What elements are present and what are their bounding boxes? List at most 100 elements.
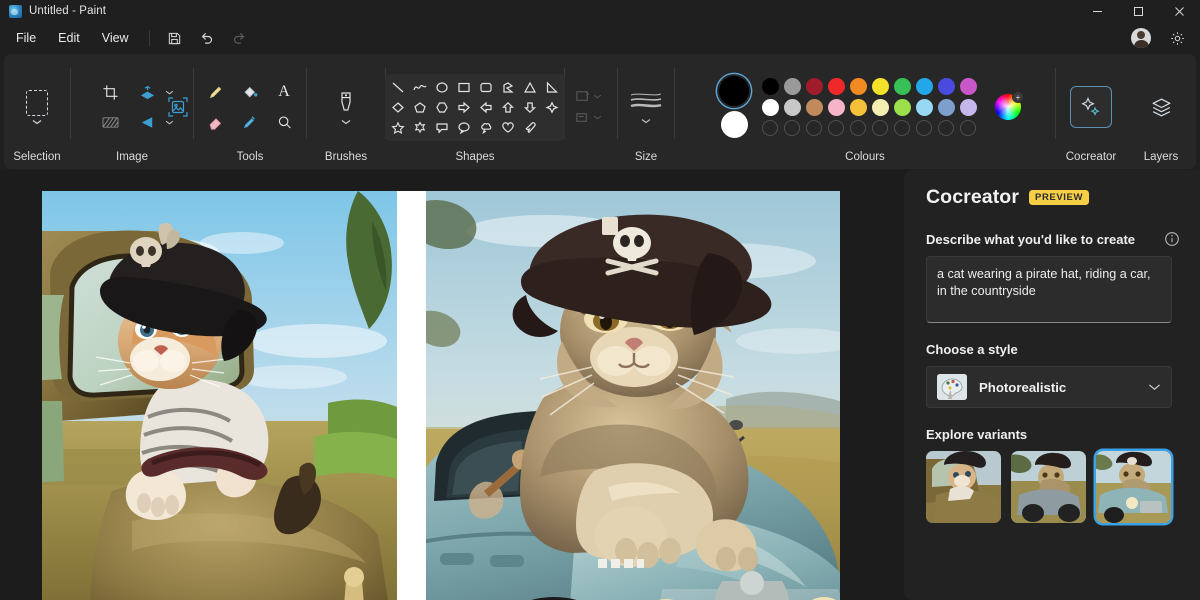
layers-icon[interactable] xyxy=(1140,86,1182,128)
colour-swatch-empty-2[interactable] xyxy=(806,120,822,136)
edit-colours-button[interactable]: + xyxy=(995,94,1021,120)
colour-swatch-empty-0[interactable] xyxy=(762,120,778,136)
eyedropper-icon[interactable] xyxy=(235,108,265,136)
menu-edit[interactable]: Edit xyxy=(48,27,90,49)
ribbon-group-colours: + Colours xyxy=(675,54,1055,169)
secondary-colour-swatch[interactable] xyxy=(721,111,748,138)
brush-size-icon[interactable] xyxy=(629,90,663,124)
minimize-icon[interactable] xyxy=(1077,0,1118,22)
crop-icon[interactable] xyxy=(95,78,125,106)
colour-swatch-r2-3[interactable] xyxy=(828,99,845,116)
colour-swatch-r1-1[interactable] xyxy=(784,78,801,95)
brush-icon[interactable] xyxy=(335,89,357,125)
rectangular-selection-icon[interactable] xyxy=(20,85,54,129)
colour-swatch-r1-3[interactable] xyxy=(828,78,845,95)
colour-swatch-r1-8[interactable] xyxy=(938,78,955,95)
colour-swatch-empty-4[interactable] xyxy=(850,120,866,136)
colour-swatch-r2-0[interactable] xyxy=(762,99,779,116)
artwork-left[interactable] xyxy=(42,191,397,600)
colour-swatch-r1-2[interactable] xyxy=(806,78,823,95)
canvas-area[interactable] xyxy=(0,170,904,600)
canvas-sheet[interactable] xyxy=(42,191,840,600)
flip-icon[interactable] xyxy=(132,108,162,136)
colour-swatch-r1-4[interactable] xyxy=(850,78,867,95)
colour-swatch-r2-1[interactable] xyxy=(784,99,801,116)
colour-swatch-empty-8[interactable] xyxy=(938,120,954,136)
eraser-icon[interactable] xyxy=(201,108,231,136)
shape-five-point-star[interactable] xyxy=(389,118,408,136)
shape-rectangle[interactable] xyxy=(455,78,474,96)
paint-bucket-icon[interactable] xyxy=(235,78,265,106)
shape-oval-callout[interactable] xyxy=(455,118,474,136)
shape-oval[interactable] xyxy=(433,78,452,96)
shape-left-arrow[interactable] xyxy=(477,98,496,116)
artwork-right[interactable] xyxy=(426,191,840,600)
colour-swatch-r1-7[interactable] xyxy=(916,78,933,95)
transparent-selection-icon[interactable] xyxy=(95,108,125,136)
shape-cloud-callout[interactable] xyxy=(477,118,496,136)
group-label-selection: Selection xyxy=(13,151,60,163)
variant-2[interactable] xyxy=(1011,451,1086,523)
info-icon[interactable] xyxy=(1164,231,1180,247)
text-a-icon[interactable]: A xyxy=(269,78,299,106)
rotate-icon[interactable] xyxy=(132,78,162,106)
shape-curve[interactable] xyxy=(411,78,430,96)
maximize-icon[interactable] xyxy=(1118,0,1159,22)
menu-view[interactable]: View xyxy=(92,27,139,49)
magnifier-icon[interactable] xyxy=(269,108,299,136)
shape-triangle[interactable] xyxy=(521,78,540,96)
variant-1[interactable] xyxy=(926,451,1001,523)
title-bar-left: Untitled - Paint xyxy=(0,5,106,18)
cocreator-sparkle-icon[interactable] xyxy=(1070,86,1112,128)
shape-diamond[interactable] xyxy=(389,98,408,116)
gear-icon[interactable] xyxy=(1162,25,1192,51)
menu-file[interactable]: File xyxy=(6,27,46,49)
shape-four-point-star[interactable] xyxy=(543,98,562,116)
colour-swatch-empty-3[interactable] xyxy=(828,120,844,136)
shape-right-arrow[interactable] xyxy=(455,98,474,116)
close-icon[interactable] xyxy=(1159,0,1200,22)
variant-3[interactable] xyxy=(1096,451,1171,523)
colour-swatch-empty-7[interactable] xyxy=(916,120,932,136)
resize-image-icon[interactable] xyxy=(162,92,194,122)
menu-bar: File Edit View xyxy=(0,22,1200,54)
shape-rounded-rectangle[interactable] xyxy=(477,78,496,96)
shape-line[interactable] xyxy=(389,78,408,96)
pencil-icon[interactable] xyxy=(201,78,231,106)
account-button[interactable] xyxy=(1126,25,1156,51)
colour-swatch-r2-9[interactable] xyxy=(960,99,977,116)
shape-rounded-rectangular-callout[interactable] xyxy=(433,118,452,136)
colour-swatch-r1-0[interactable] xyxy=(762,78,779,95)
undo-icon[interactable] xyxy=(192,25,222,51)
prompt-input[interactable]: a cat wearing a pirate hat, riding a car… xyxy=(926,256,1172,323)
style-dropdown[interactable]: Photorealistic xyxy=(926,366,1172,408)
colour-swatch-r1-6[interactable] xyxy=(894,78,911,95)
colour-swatch-r2-8[interactable] xyxy=(938,99,955,116)
menu-bar-right xyxy=(1126,25,1192,51)
colour-swatch-r2-7[interactable] xyxy=(916,99,933,116)
shape-right-triangle[interactable] xyxy=(543,78,562,96)
shape-down-arrow[interactable] xyxy=(521,98,540,116)
colour-swatch-empty-5[interactable] xyxy=(872,120,888,136)
colour-swatch-r1-9[interactable] xyxy=(960,78,977,95)
colour-swatch-r2-4[interactable] xyxy=(850,99,867,116)
shape-up-arrow[interactable] xyxy=(499,98,518,116)
colour-swatch-r2-5[interactable] xyxy=(872,99,889,116)
shape-heart[interactable] xyxy=(499,118,518,136)
shape-six-point-star[interactable] xyxy=(411,118,430,136)
shape-pentagon[interactable] xyxy=(411,98,430,116)
shape-lightning[interactable] xyxy=(521,118,540,136)
avatar-icon xyxy=(1131,28,1151,48)
colour-swatch-r2-6[interactable] xyxy=(894,99,911,116)
colour-swatch-empty-6[interactable] xyxy=(894,120,910,136)
group-label-cocreator: Cocreator xyxy=(1066,151,1117,163)
colour-swatch-empty-9[interactable] xyxy=(960,120,976,136)
shape-polygon[interactable] xyxy=(499,78,518,96)
ribbon-group-brushes: Brushes xyxy=(307,54,385,169)
shape-hexagon[interactable] xyxy=(433,98,452,116)
colour-swatch-empty-1[interactable] xyxy=(784,120,800,136)
save-icon[interactable] xyxy=(160,25,190,51)
colour-swatch-r2-2[interactable] xyxy=(806,99,823,116)
colour-swatch-r1-5[interactable] xyxy=(872,78,889,95)
primary-colour-swatch[interactable] xyxy=(719,76,749,106)
